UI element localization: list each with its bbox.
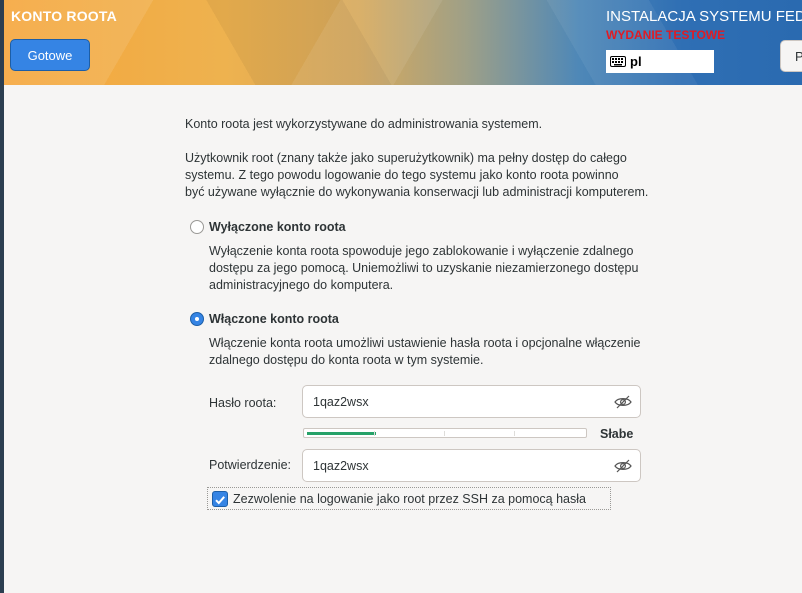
strength-segment-divider: [514, 431, 515, 436]
description-line: zdalnego dostępu do konta roota w tym sy…: [209, 353, 484, 367]
password-strength-meter: [303, 428, 587, 438]
description-line: dostępu za jego pomocą. Uniemożliwi to u…: [209, 261, 639, 275]
show-password-icon[interactable]: [614, 458, 632, 474]
keyboard-layout-indicator[interactable]: pl: [606, 50, 714, 73]
confirm-password-label: Potwierdzenie:: [209, 458, 291, 472]
description-line: systemu. Z tego powodu logowanie do tego…: [185, 168, 619, 182]
ssh-password-login-label[interactable]: Zezwolenie na logowanie jako root przez …: [233, 492, 586, 506]
root-password-label: Hasło roota:: [209, 396, 277, 410]
confirm-password-value: 1qaz2wsx: [313, 458, 369, 473]
description-text: Użytkownik root (znany także jako superu…: [185, 150, 685, 201]
confirm-password-input[interactable]: 1qaz2wsx: [302, 449, 641, 482]
password-strength-fill: [307, 432, 376, 435]
help-button[interactable]: P: [780, 40, 802, 72]
enable-root-label[interactable]: Włączone konto roota: [209, 312, 339, 326]
intro-text: Konto roota jest wykorzystywane do admin…: [185, 117, 543, 131]
ssh-password-login-checkbox[interactable]: [212, 491, 228, 507]
strength-segment-divider: [444, 431, 445, 436]
strength-segment-divider: [374, 431, 375, 436]
page-title: KONTO ROOTA: [11, 8, 117, 24]
done-button[interactable]: Gotowe: [10, 39, 90, 71]
description-line: Wyłączenie konta roota spowoduje jego za…: [209, 244, 634, 258]
root-password-input[interactable]: 1qaz2wsx: [302, 385, 641, 418]
disable-root-description: Wyłączenie konta roota spowoduje jego za…: [209, 243, 684, 294]
beta-warning: WYDANIE TESTOWE: [606, 28, 726, 42]
left-edge: [0, 0, 4, 593]
checkmark-icon: [215, 496, 225, 505]
description-line: Włączenie konta roota umożliwi ustawieni…: [209, 336, 641, 350]
description-line: być używane wyłącznie do wykonywania kon…: [185, 185, 649, 199]
show-password-icon[interactable]: [614, 394, 632, 410]
description-line: Użytkownik root (znany także jako superu…: [185, 151, 627, 165]
enable-root-radio[interactable]: [190, 312, 204, 326]
product-title: INSTALACJA SYSTEMU FEDORA: [606, 8, 802, 25]
keyboard-layout-label: pl: [630, 54, 642, 69]
description-line: administracyjnego do komputera.: [209, 278, 394, 292]
disable-root-radio[interactable]: [190, 220, 204, 234]
keyboard-icon: [610, 56, 626, 67]
root-password-value: 1qaz2wsx: [313, 394, 369, 409]
enable-root-description: Włączenie konta roota umożliwi ustawieni…: [209, 335, 684, 369]
password-strength-label: Słabe: [600, 427, 634, 441]
disable-root-label[interactable]: Wyłączone konto roota: [209, 220, 346, 234]
